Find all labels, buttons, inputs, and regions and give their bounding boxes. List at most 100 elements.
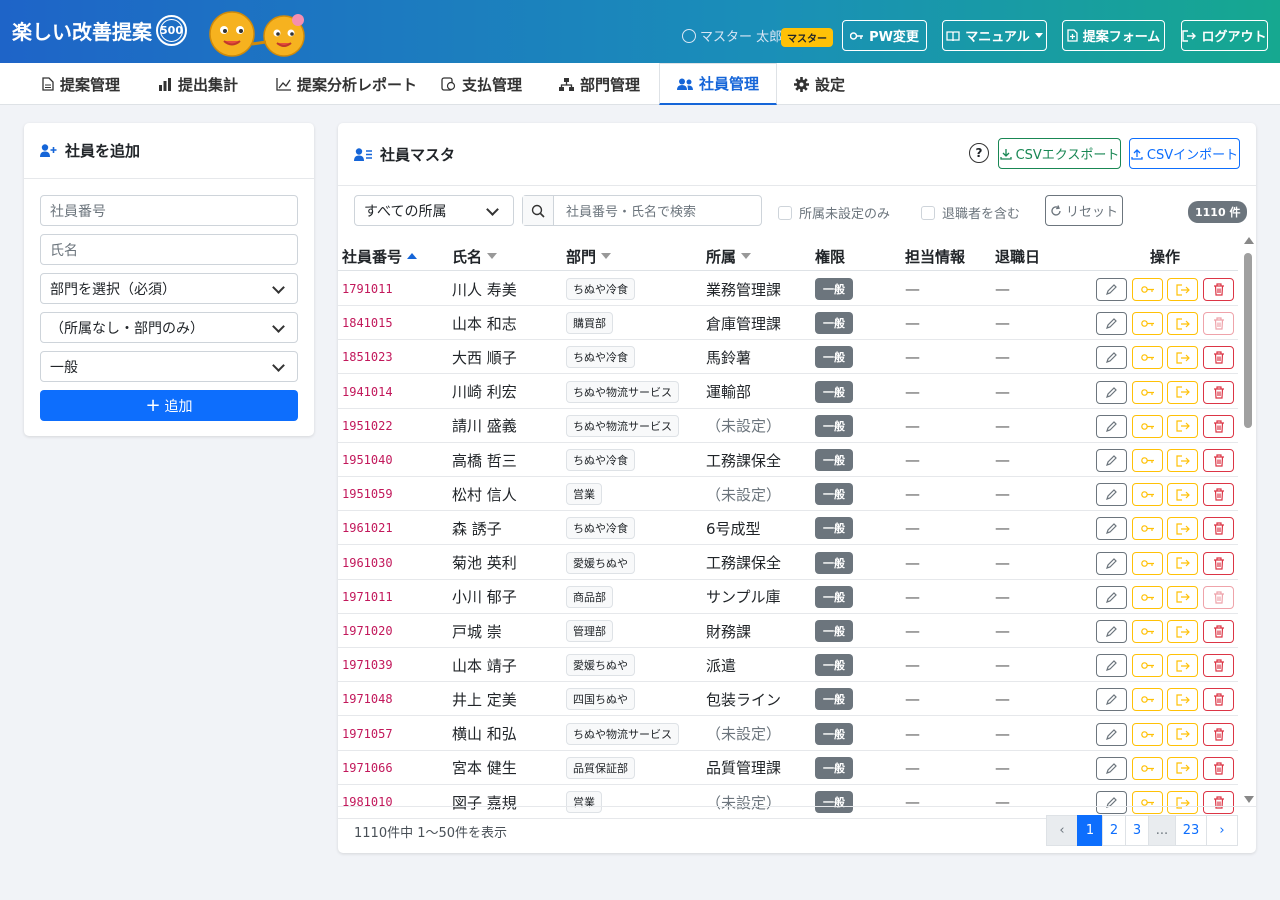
edit-button[interactable]: [1096, 756, 1127, 780]
delete-button[interactable]: [1203, 483, 1234, 507]
delete-button[interactable]: [1203, 346, 1234, 370]
scroll-up-icon[interactable]: [1244, 237, 1254, 244]
edit-button[interactable]: [1096, 414, 1127, 438]
reset-password-button[interactable]: [1132, 722, 1163, 746]
add-employee-button[interactable]: + 追加: [40, 390, 298, 421]
reset-password-button[interactable]: [1132, 517, 1163, 541]
pw-change-button[interactable]: PW変更: [842, 20, 927, 51]
retire-button[interactable]: [1167, 346, 1198, 370]
delete-button[interactable]: [1203, 620, 1234, 643]
tab-settings[interactable]: 設定: [794, 63, 845, 105]
col-affiliation[interactable]: 所属: [706, 241, 752, 271]
prev-page-button[interactable]: ‹: [1046, 815, 1078, 846]
page-3-button[interactable]: 3: [1125, 815, 1149, 846]
retire-button[interactable]: [1167, 688, 1198, 712]
logout-button[interactable]: ログアウト: [1181, 20, 1268, 51]
retire-button[interactable]: [1167, 278, 1198, 301]
tab-submission-summary[interactable]: 提出集計: [158, 63, 238, 105]
reset-password-button[interactable]: [1132, 312, 1163, 336]
delete-button[interactable]: [1203, 585, 1234, 609]
retire-button[interactable]: [1167, 722, 1198, 746]
retire-button[interactable]: [1167, 551, 1198, 575]
tab-department-management[interactable]: 部門管理: [559, 63, 640, 105]
emp-no-input[interactable]: 社員番号: [40, 195, 298, 226]
reset-password-button[interactable]: [1132, 483, 1163, 507]
affiliation-select[interactable]: （所属なし・部門のみ）: [40, 312, 298, 343]
page-2-button[interactable]: 2: [1102, 815, 1126, 846]
delete-button[interactable]: [1203, 654, 1234, 678]
col-emp-no[interactable]: 社員番号: [342, 241, 418, 271]
edit-button[interactable]: [1096, 312, 1127, 336]
page-1-button[interactable]: 1: [1077, 815, 1103, 846]
next-page-button[interactable]: ›: [1206, 815, 1238, 846]
help-icon[interactable]: ?: [969, 143, 989, 163]
unassigned-only-checkbox[interactable]: 所属未設定のみ: [778, 203, 890, 222]
table-scrollbar[interactable]: [1242, 237, 1254, 805]
reset-password-button[interactable]: [1132, 346, 1163, 370]
edit-button[interactable]: [1096, 483, 1127, 507]
tab-analysis-report[interactable]: 提案分析レポート: [276, 63, 417, 105]
delete-button[interactable]: [1203, 756, 1234, 780]
delete-button[interactable]: [1203, 380, 1234, 404]
edit-button[interactable]: [1096, 688, 1127, 712]
reset-password-button[interactable]: [1132, 380, 1163, 404]
retire-button[interactable]: [1167, 414, 1198, 438]
retire-button[interactable]: [1167, 756, 1198, 780]
edit-button[interactable]: [1096, 517, 1127, 541]
delete-button[interactable]: [1203, 551, 1234, 575]
reset-password-button[interactable]: [1132, 620, 1163, 643]
csv-export-button[interactable]: CSVエクスポート: [998, 138, 1121, 169]
include-retired-checkbox[interactable]: 退職者を含む: [921, 203, 1020, 222]
edit-button[interactable]: [1096, 380, 1127, 404]
retire-button[interactable]: [1167, 620, 1198, 643]
reset-password-button[interactable]: [1132, 688, 1163, 712]
search-input[interactable]: 社員番号・氏名で検索: [558, 201, 696, 220]
edit-button[interactable]: [1096, 346, 1127, 370]
retire-button[interactable]: [1167, 654, 1198, 678]
reset-password-button[interactable]: [1132, 654, 1163, 678]
retire-button[interactable]: [1167, 312, 1198, 336]
tab-employee-management[interactable]: 社員管理: [659, 63, 777, 105]
retire-button[interactable]: [1167, 517, 1198, 541]
edit-button[interactable]: [1096, 722, 1127, 746]
retire-button[interactable]: [1167, 449, 1198, 472]
reset-password-button[interactable]: [1132, 414, 1163, 438]
delete-button[interactable]: [1203, 312, 1234, 336]
tab-proposal-management[interactable]: 提案管理: [42, 63, 120, 105]
csv-import-button[interactable]: CSVインポート: [1129, 138, 1240, 169]
delete-button[interactable]: [1203, 688, 1234, 712]
dept-select[interactable]: 部門を選択（必須）: [40, 273, 298, 304]
role-select[interactable]: 一般: [40, 351, 298, 382]
reset-password-button[interactable]: [1132, 756, 1163, 780]
edit-button[interactable]: [1096, 449, 1127, 472]
reset-button[interactable]: リセット: [1045, 195, 1123, 226]
tab-payment-management[interactable]: 支払管理: [441, 63, 522, 105]
retire-button[interactable]: [1167, 585, 1198, 609]
delete-button[interactable]: [1203, 517, 1234, 541]
edit-button[interactable]: [1096, 620, 1127, 643]
name-input[interactable]: 氏名: [40, 234, 298, 265]
manual-dropdown-button[interactable]: マニュアル: [942, 20, 1047, 51]
reset-password-button[interactable]: [1132, 278, 1163, 301]
proposal-form-button[interactable]: 提案フォーム: [1062, 20, 1165, 51]
delete-button[interactable]: [1203, 414, 1234, 438]
search-box[interactable]: 社員番号・氏名で検索: [522, 195, 762, 226]
reset-password-button[interactable]: [1132, 449, 1163, 472]
retire-button[interactable]: [1167, 483, 1198, 507]
edit-button[interactable]: [1096, 654, 1127, 678]
delete-button[interactable]: [1203, 449, 1234, 472]
reset-password-button[interactable]: [1132, 585, 1163, 609]
scrollbar-thumb[interactable]: [1244, 253, 1252, 428]
scroll-down-icon[interactable]: [1244, 796, 1254, 803]
retire-button[interactable]: [1167, 380, 1198, 404]
col-name[interactable]: 氏名: [452, 241, 498, 271]
delete-button[interactable]: [1203, 278, 1234, 301]
page-23-button[interactable]: 23: [1175, 815, 1207, 846]
affiliation-filter-select[interactable]: すべての所属: [354, 195, 514, 226]
edit-button[interactable]: [1096, 551, 1127, 575]
delete-button[interactable]: [1203, 722, 1234, 746]
reset-password-button[interactable]: [1132, 551, 1163, 575]
col-dept[interactable]: 部門: [566, 241, 612, 271]
edit-button[interactable]: [1096, 585, 1127, 609]
edit-button[interactable]: [1096, 278, 1127, 301]
